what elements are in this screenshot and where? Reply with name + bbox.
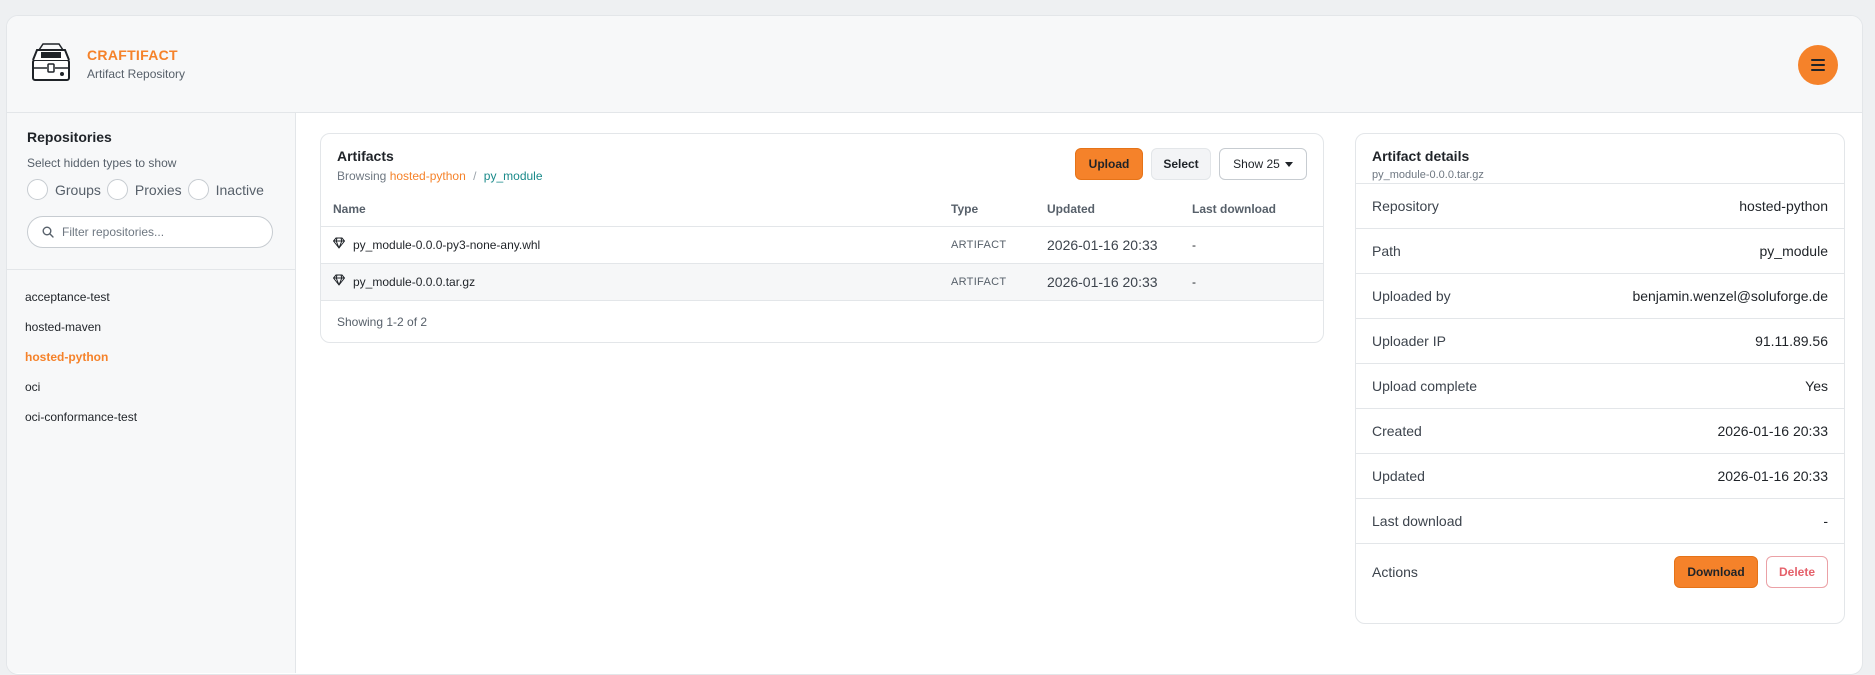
cell-last-download: - bbox=[1180, 226, 1323, 264]
groups-label: Groups bbox=[55, 181, 101, 198]
details-title: Artifact details bbox=[1372, 148, 1470, 164]
sidebar-hint: Select hidden types to show bbox=[27, 156, 177, 170]
gem-icon bbox=[332, 237, 346, 252]
download-button[interactable]: Download bbox=[1674, 556, 1758, 588]
detail-row-actions: Actions Download Delete bbox=[1356, 544, 1844, 600]
caret-down-icon bbox=[1284, 161, 1293, 167]
column-header-type[interactable]: Type bbox=[939, 192, 1035, 227]
detail-value: 2026-01-16 20:33 bbox=[1717, 468, 1828, 484]
proxies-checkbox[interactable] bbox=[106, 179, 128, 200]
menu-button[interactable] bbox=[1798, 45, 1838, 85]
artifact-name[interactable]: py_module-0.0.0.tar.gz bbox=[353, 275, 475, 289]
detail-row-repository: Repository hosted-python bbox=[1356, 184, 1844, 229]
artifact-details-panel: Artifact details py_module-0.0.0.tar.gz … bbox=[1355, 133, 1845, 624]
detail-value: Yes bbox=[1805, 378, 1828, 394]
column-header-updated[interactable]: Updated bbox=[1035, 192, 1180, 227]
table-row[interactable]: py_module-0.0.0.tar.gz ARTIFACT 2026-01-… bbox=[321, 263, 1323, 301]
detail-row-upload-complete: Upload complete Yes bbox=[1356, 364, 1844, 409]
cell-last-download: - bbox=[1180, 263, 1323, 301]
detail-value: - bbox=[1823, 513, 1828, 529]
breadcrumb-separator: / bbox=[473, 169, 477, 183]
filter-groups[interactable]: Groups bbox=[27, 179, 101, 200]
page-size-label: Show 25 bbox=[1233, 157, 1280, 171]
detail-value: hosted-python bbox=[1739, 198, 1828, 214]
repo-filter-input[interactable] bbox=[62, 225, 262, 239]
artifact-name[interactable]: py_module-0.0.0-py3-none-any.whl bbox=[353, 238, 540, 252]
details-header: Artifact details py_module-0.0.0.tar.gz bbox=[1356, 134, 1844, 184]
artifacts-table: Name Type Updated Last download py_modul… bbox=[321, 192, 1323, 301]
gem-icon bbox=[332, 274, 346, 289]
filter-inactive[interactable]: Inactive bbox=[187, 179, 264, 200]
cell-type: ARTIFACT bbox=[939, 263, 1035, 301]
artifacts-panel: Artifacts Browsing hosted-python / py_mo… bbox=[320, 133, 1324, 343]
detail-label: Uploader IP bbox=[1372, 333, 1446, 349]
cell-type: ARTIFACT bbox=[939, 226, 1035, 264]
detail-label: Last download bbox=[1372, 513, 1463, 529]
delete-button[interactable]: Delete bbox=[1766, 556, 1828, 588]
sidebar-item-acceptance-test[interactable]: acceptance-test bbox=[7, 282, 295, 312]
sidebar-item-oci-conformance-test[interactable]: oci-conformance-test bbox=[7, 402, 295, 432]
search-icon bbox=[42, 226, 54, 238]
detail-row-last-download: Last download - bbox=[1356, 499, 1844, 544]
breadcrumb-prefix: Browsing bbox=[337, 169, 387, 183]
inactive-checkbox[interactable] bbox=[187, 179, 209, 200]
detail-row-created: Created 2026-01-16 20:33 bbox=[1356, 409, 1844, 454]
detail-row-uploaded-by: Uploaded by benjamin.wenzel@soluforge.de bbox=[1356, 274, 1844, 319]
upload-button[interactable]: Upload bbox=[1075, 148, 1143, 180]
type-filters: Groups Proxies Inactive bbox=[27, 179, 275, 200]
proxies-label: Proxies bbox=[134, 181, 182, 198]
detail-row-path: Path py_module bbox=[1356, 229, 1844, 274]
cell-name: py_module-0.0.0-py3-none-any.whl bbox=[321, 226, 939, 264]
select-button[interactable]: Select bbox=[1151, 148, 1211, 180]
breadcrumb-repo[interactable]: hosted-python bbox=[390, 169, 466, 183]
inactive-label: Inactive bbox=[215, 181, 264, 198]
cell-updated: 2026-01-16 20:33 bbox=[1035, 226, 1180, 264]
detail-label: Updated bbox=[1372, 468, 1425, 484]
detail-actions: Download Delete bbox=[1674, 556, 1828, 588]
detail-row-uploader-ip: Uploader IP 91.11.89.56 bbox=[1356, 319, 1844, 364]
app-window: CRAFTIFACT Artifact Repository Repositor… bbox=[6, 15, 1863, 675]
treasure-chest-icon bbox=[32, 43, 70, 81]
brand-subtitle: Artifact Repository bbox=[87, 67, 186, 81]
sidebar-title: Repositories bbox=[27, 129, 112, 145]
detail-value: benjamin.wenzel@soluforge.de bbox=[1632, 288, 1828, 304]
details-subtitle: py_module-0.0.0.tar.gz bbox=[1372, 169, 1484, 181]
repo-filter[interactable] bbox=[27, 216, 273, 248]
filter-proxies[interactable]: Proxies bbox=[106, 179, 182, 200]
page-size-dropdown[interactable]: Show 25 bbox=[1219, 148, 1307, 180]
sidebar-header: Repositories Select hidden types to show… bbox=[7, 113, 295, 270]
detail-row-updated: Updated 2026-01-16 20:33 bbox=[1356, 454, 1844, 499]
column-header-name[interactable]: Name bbox=[321, 192, 939, 227]
detail-label: Created bbox=[1372, 423, 1422, 439]
pagination-summary: Showing 1-2 of 2 bbox=[337, 315, 428, 329]
detail-value: 91.11.89.56 bbox=[1755, 333, 1828, 349]
hamburger-menu-icon bbox=[1811, 59, 1825, 71]
groups-checkbox[interactable] bbox=[27, 179, 48, 200]
sidebar-item-hosted-maven[interactable]: hosted-maven bbox=[7, 312, 295, 342]
detail-value: py_module bbox=[1759, 243, 1829, 259]
detail-label: Uploaded by bbox=[1372, 288, 1451, 304]
column-header-last-download[interactable]: Last download bbox=[1180, 192, 1323, 227]
breadcrumb-path[interactable]: py_module bbox=[484, 169, 543, 183]
detail-label: Repository bbox=[1372, 198, 1439, 214]
sidebar-item-oci[interactable]: oci bbox=[7, 372, 295, 402]
sidebar: Repositories Select hidden types to show… bbox=[7, 113, 296, 673]
artifact-actions: Upload Select Show 25 bbox=[1075, 148, 1307, 180]
actions-label: Actions bbox=[1372, 564, 1418, 580]
app-header: CRAFTIFACT Artifact Repository bbox=[7, 16, 1862, 113]
table-row[interactable]: py_module-0.0.0-py3-none-any.whl ARTIFAC… bbox=[321, 226, 1323, 264]
detail-value: 2026-01-16 20:33 bbox=[1717, 423, 1828, 439]
cell-name: py_module-0.0.0.tar.gz bbox=[321, 263, 939, 301]
cell-updated: 2026-01-16 20:33 bbox=[1035, 263, 1180, 301]
detail-label: Path bbox=[1372, 243, 1401, 259]
sidebar-item-hosted-python[interactable]: hosted-python bbox=[7, 342, 295, 372]
brand-title: CRAFTIFACT bbox=[87, 47, 178, 63]
repo-list: acceptance-test hosted-maven hosted-pyth… bbox=[7, 270, 295, 432]
detail-label: Upload complete bbox=[1372, 378, 1478, 394]
table-header-row: Name Type Updated Last download bbox=[321, 192, 1323, 227]
